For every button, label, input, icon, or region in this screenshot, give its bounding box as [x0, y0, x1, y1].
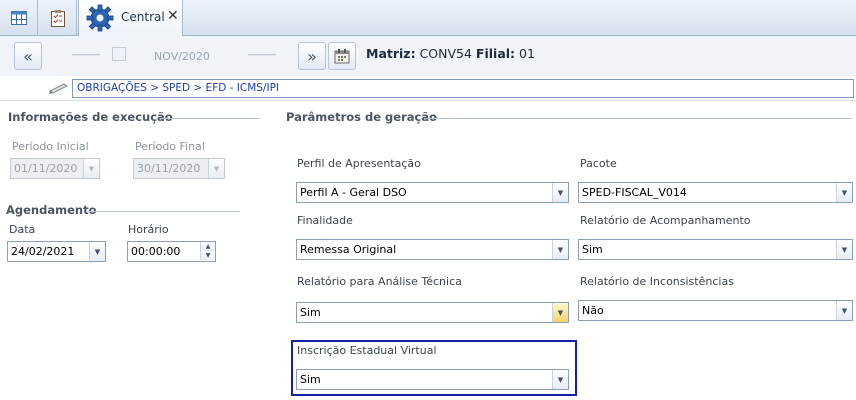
next-period-button[interactable]: »	[298, 42, 326, 70]
tab-strip: Central ✕	[0, 0, 856, 36]
section-divider	[424, 118, 852, 119]
chevron-down-icon[interactable]: ▼	[836, 301, 852, 320]
finalidade-value: Remessa Original	[300, 243, 397, 256]
filial-value: 01	[519, 46, 535, 61]
inconsistencias-select[interactable]: Não ▼	[578, 300, 853, 321]
section-divider	[88, 211, 240, 212]
calendar-icon	[334, 49, 350, 64]
horario-value: 00:00:00	[131, 245, 181, 258]
double-chevron-right-icon: »	[307, 46, 317, 66]
matriz-label: Matriz:	[366, 46, 416, 61]
periodo-final-label: Período Final	[135, 140, 205, 153]
acompanhamento-label: Relatório de Acompanhamento	[580, 214, 751, 227]
perfil-label: Perfil de Apresentação	[297, 157, 421, 170]
calendar-button[interactable]	[328, 42, 356, 70]
company-info: Matriz: CONV54 Filial: 01	[366, 46, 535, 61]
spin-down-icon[interactable]: ▼	[200, 251, 215, 260]
analise-value: Sim	[300, 306, 321, 319]
period-ghost-left: ▁▁▁▁	[72, 46, 100, 56]
matriz-value: CONV54	[419, 46, 472, 61]
data-value: 24/02/2021	[11, 245, 75, 258]
period-selector: ▁▁▁▁ NOV/2020 ▁▁▁▁	[48, 42, 298, 70]
chevron-down-icon[interactable]: ▼	[552, 183, 568, 202]
chevron-down-icon[interactable]: ▼	[836, 240, 852, 259]
horario-stepper[interactable]: 00:00:00 ▲ ▼	[127, 241, 216, 262]
section-divider	[160, 118, 260, 119]
double-chevron-left-icon: «	[23, 46, 33, 66]
periodo-inicial-label: Período Inicial	[12, 140, 89, 153]
gear-icon	[86, 4, 114, 32]
chevron-down-icon[interactable]: ▼	[552, 303, 568, 322]
horario-label: Horário	[128, 223, 169, 236]
perfil-select[interactable]: Perfil A - Geral DSO ▼	[296, 182, 569, 203]
acompanhamento-value: Sim	[582, 243, 603, 256]
grid-icon	[10, 11, 27, 25]
data-label: Data	[9, 223, 36, 236]
ghost-calendar-icon	[112, 47, 126, 61]
close-icon[interactable]: ✕	[167, 8, 179, 24]
pen-icon	[49, 83, 68, 94]
pacote-select[interactable]: SPED-FISCAL_V014 ▼	[578, 182, 853, 203]
period-label: NOV/2020	[154, 50, 210, 63]
chevron-down-icon[interactable]: ▼	[89, 242, 105, 261]
previous-period-button[interactable]: «	[14, 42, 42, 70]
perfil-value: Perfil A - Geral DSO	[300, 186, 407, 199]
chevron-down-icon: ▼	[208, 159, 224, 178]
finalidade-label: Finalidade	[297, 214, 353, 227]
divider	[0, 100, 856, 101]
acompanhamento-select[interactable]: Sim ▼	[578, 239, 853, 260]
agendamento-title: Agendamento	[6, 203, 97, 217]
pacote-value: SPED-FISCAL_V014	[582, 186, 687, 199]
inconsistencias-label: Relatório de Inconsistências	[580, 275, 734, 288]
chevron-down-icon[interactable]: ▼	[552, 240, 568, 259]
chevron-down-icon: ▼	[83, 159, 99, 178]
tab-central[interactable]: Central ✕	[78, 0, 183, 36]
data-field[interactable]: 24/02/2021 ▼	[7, 241, 106, 262]
execution-info-title: Informações de execução	[8, 110, 173, 124]
periodo-inicial-value: 01/11/2020	[14, 162, 78, 175]
periodo-inicial-field: 01/11/2020 ▼	[10, 158, 100, 179]
tab-checklist[interactable]	[39, 0, 77, 36]
period-ghost-right: ▁▁▁▁	[248, 46, 276, 56]
chevron-down-icon[interactable]: ▼	[552, 370, 568, 389]
periodo-final-value: 30/11/2020	[137, 162, 201, 175]
finalidade-select[interactable]: Remessa Original ▼	[296, 239, 569, 260]
spin-up-icon[interactable]: ▲	[200, 242, 215, 251]
ie-virtual-label: Inscrição Estadual Virtual	[297, 344, 437, 357]
periodo-final-field: 30/11/2020 ▼	[133, 158, 225, 179]
ie-virtual-value: Sim	[300, 373, 321, 386]
tab-central-label: Central	[121, 10, 165, 24]
ie-virtual-select[interactable]: Sim ▼	[296, 369, 569, 390]
checklist-icon	[50, 9, 65, 27]
breadcrumb[interactable]: OBRIGAÇÕES > SPED > EFD - ICMS/IPI	[72, 79, 854, 98]
analise-label: Relatório para Análise Técnica	[297, 275, 462, 288]
analise-select[interactable]: Sim ▼	[296, 302, 569, 323]
filial-label: Filial:	[475, 46, 516, 61]
tab-grid[interactable]	[0, 0, 38, 36]
parametros-title: Parâmetros de geração	[286, 110, 437, 124]
pacote-label: Pacote	[580, 157, 617, 170]
inconsistencias-value: Não	[582, 304, 604, 317]
chevron-down-icon[interactable]: ▼	[836, 183, 852, 202]
